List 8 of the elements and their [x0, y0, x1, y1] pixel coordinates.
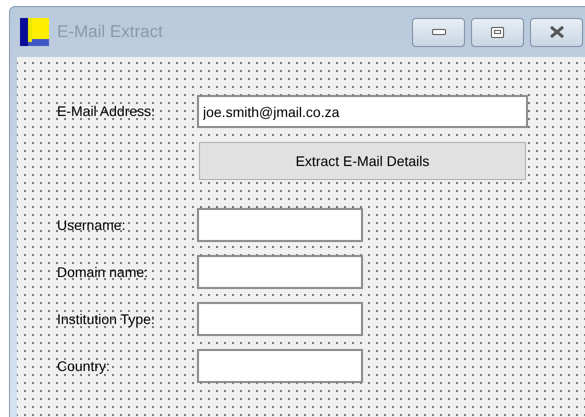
- field-label: Username:: [57, 216, 126, 234]
- email-field[interactable]: joe.smith@jmail.co.za: [197, 95, 528, 128]
- field-label: Domain name:: [57, 262, 150, 282]
- window-title: E-Mail Extract: [57, 21, 163, 44]
- extract-button[interactable]: Extract E-Mail Details: [199, 142, 526, 180]
- field-label: Institution Type:: [57, 310, 156, 329]
- field-label: E-Mail Address:: [57, 102, 156, 121]
- field-label: Country:: [57, 356, 111, 376]
